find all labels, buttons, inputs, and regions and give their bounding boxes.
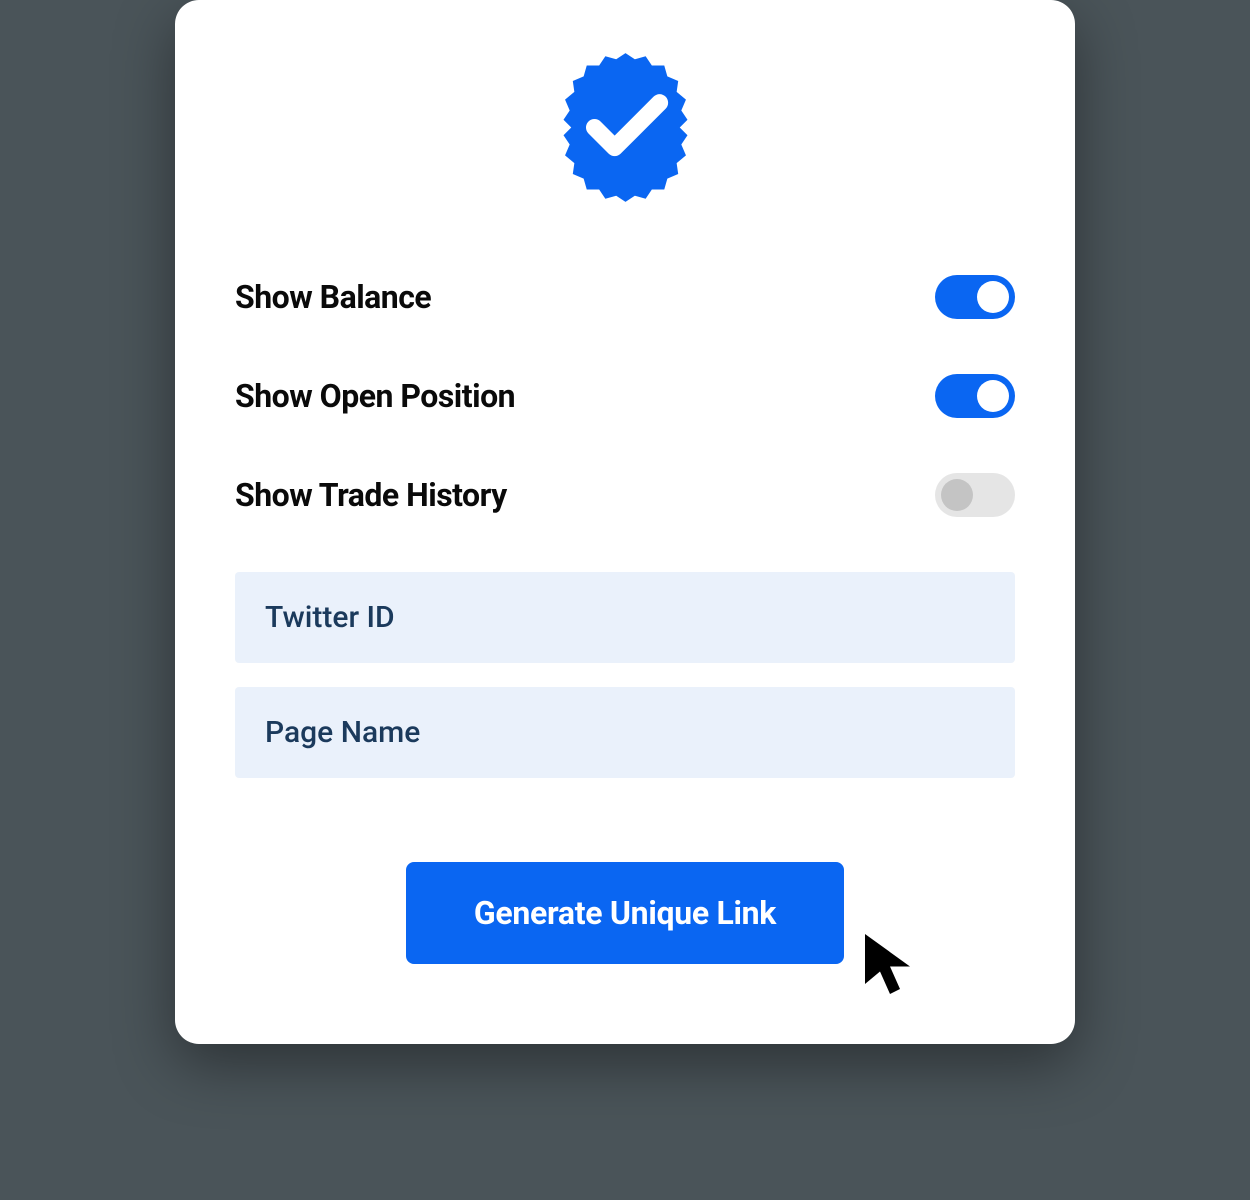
- toggle-row-position: Show Open Position: [235, 374, 1015, 418]
- toggle-row-balance: Show Balance: [235, 275, 1015, 319]
- generate-link-button[interactable]: Generate Unique Link: [406, 862, 844, 964]
- badge-container: [235, 50, 1015, 205]
- cursor-icon: [860, 929, 920, 999]
- verified-badge-icon: [548, 50, 703, 205]
- toggle-label-history: Show Trade History: [235, 476, 507, 514]
- page-name-field[interactable]: [235, 687, 1015, 778]
- toggle-history[interactable]: [935, 473, 1015, 517]
- twitter-id-field[interactable]: [235, 572, 1015, 663]
- toggle-knob: [941, 479, 973, 511]
- button-container: Generate Unique Link: [235, 862, 1015, 964]
- toggle-row-history: Show Trade History: [235, 473, 1015, 517]
- settings-card: Show Balance Show Open Position Show Tra…: [175, 0, 1075, 1044]
- toggle-knob: [977, 380, 1009, 412]
- toggle-label-balance: Show Balance: [235, 278, 431, 316]
- toggle-position[interactable]: [935, 374, 1015, 418]
- toggle-knob: [977, 281, 1009, 313]
- toggle-balance[interactable]: [935, 275, 1015, 319]
- toggle-label-position: Show Open Position: [235, 377, 515, 415]
